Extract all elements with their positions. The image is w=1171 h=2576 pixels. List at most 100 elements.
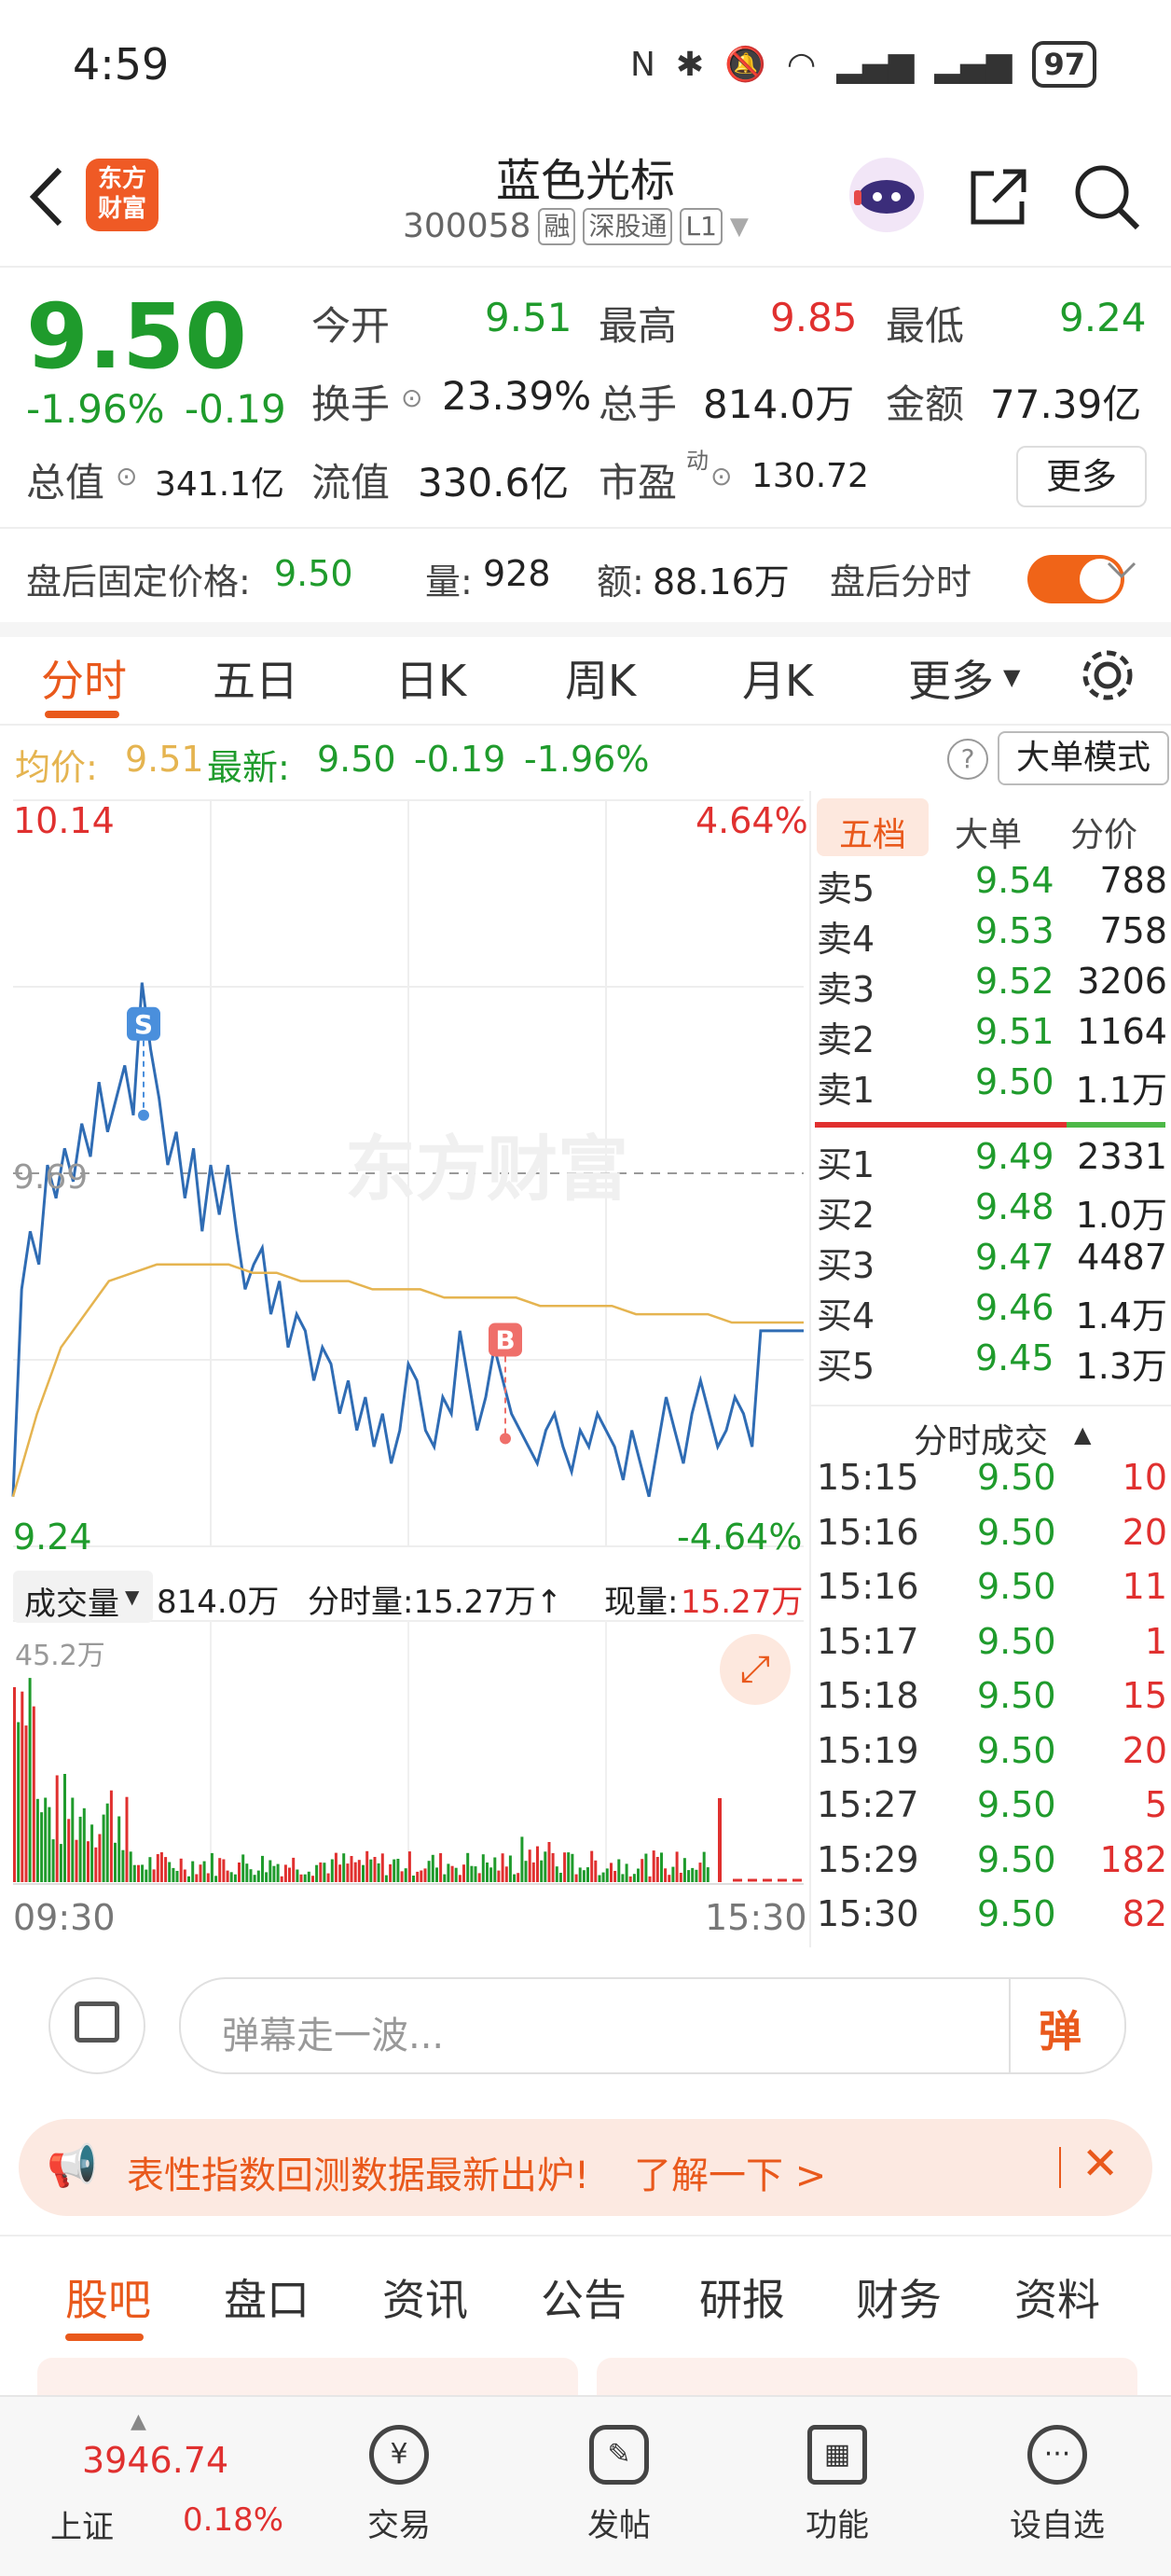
bid-row[interactable]: 买3 9.47 4487 [817,1237,1167,1287]
tabbar-add-watchlist[interactable]: ··· 设自选 [983,2416,1132,2545]
volume-bar [109,1790,113,1882]
volume-bar [531,1862,535,1882]
close-icon[interactable]: ✕ [1081,2138,1119,2190]
bid-row[interactable]: 买4 9.46 1.4万 [817,1287,1167,1337]
tab-guba[interactable]: 股吧 [65,2266,151,2328]
tab-pankou[interactable]: 盘口 [224,2266,310,2328]
ref-price-label: 9.69 [13,1158,89,1197]
volume-bar [214,1876,218,1882]
trade-row[interactable]: 15:27 9.50 5 [817,1784,1167,1835]
index-value[interactable]: 3946.74 [82,2440,228,2481]
more-button[interactable]: 更多 [1016,446,1147,507]
tab-finance[interactable]: 财务 [856,2266,942,2328]
volume-bar [641,1859,644,1882]
share-icon[interactable] [966,164,1031,229]
level-volume: 182 [1099,1838,1167,1880]
intraday-chart[interactable]: 东方财富 S B 10.14 4.64% 9.69 9.24 -4.64% 成交量… [0,791,811,1947]
tabbar-post[interactable]: ✎ 发帖 [544,2416,694,2545]
volume-bar [245,1863,249,1882]
volume-bar [389,1863,393,1882]
danmu-settings-icon[interactable] [48,1977,145,2074]
bid-row[interactable]: 买2 9.48 1.0万 [817,1186,1167,1237]
trade-row[interactable]: 15:18 9.50 15 [817,1675,1167,1725]
float-cap-value: 330.6亿 [418,460,570,506]
tab-news[interactable]: 资讯 [382,2266,468,2328]
tab-daily-k[interactable]: 日K [395,647,466,709]
minute-volume: 分时量:15.27万↑ [308,1584,563,1621]
big-order-mode-button[interactable]: 大单模式 [998,731,1169,785]
volume-total: 814.0万 [157,1584,280,1621]
tabbar-add-watchlist-label: 设自选 [1010,2507,1105,2544]
expand-icon[interactable]: ⤢ [720,1634,791,1705]
trade-row[interactable]: 15:16 9.50 11 [817,1566,1167,1616]
tab-intraday[interactable]: 分时 [41,647,127,709]
info-icon[interactable]: ⊙ [116,461,137,492]
volume-indicator-select[interactable]: 成交量 ▼ [13,1571,153,1623]
ask-row[interactable]: 卖4 9.53 758 [817,910,1167,961]
ask-row[interactable]: 卖1 9.50 1.1万 [817,1061,1167,1112]
bid-row[interactable]: 买5 9.45 1.3万 [817,1337,1167,1388]
volume-bar [280,1876,283,1882]
trade-row[interactable]: 15:19 9.50 20 [817,1730,1167,1780]
tab-announcements[interactable]: 公告 [541,2266,627,2328]
bid-row[interactable]: 买1 9.49 2331 [817,1136,1167,1186]
settings-gear-icon[interactable] [1078,645,1137,705]
level-price: 9.51 [975,1011,1054,1052]
volume-bar [567,1852,571,1882]
trade-row[interactable]: 15:29 9.50 182 [817,1839,1167,1890]
trade-row[interactable]: 15:15 9.50 10 [817,1457,1167,1507]
tab-price-dist[interactable]: 分价 [1070,808,1137,856]
volume-bar [698,1863,702,1882]
promo-banner[interactable]: 📢 表性指数回测数据最新出炉! 了解一下 > ✕ [19,2119,1152,2216]
volume-bar [691,1867,695,1882]
ask-row[interactable]: 卖2 9.51 1164 [817,1011,1167,1061]
trade-row[interactable]: 15:16 9.50 20 [817,1512,1167,1562]
tab-weekly-k[interactable]: 周K [565,647,636,709]
bid-strength-bar [1067,1122,1165,1128]
volume-bar [125,1796,129,1882]
help-icon[interactable]: ? [947,739,988,780]
level-label: 买1 [817,1144,875,1185]
index-name[interactable]: 上证 [50,2501,114,2547]
volume-bar [555,1866,558,1882]
trade-row[interactable]: 15:30 9.50 82 [817,1893,1167,1944]
trade-row[interactable]: 15:17 9.50 1 [817,1621,1167,1671]
volume-bar [206,1873,210,1882]
chevron-down-icon[interactable] [1106,560,1137,582]
tabbar-trade[interactable]: ¥ 交易 [324,2416,474,2545]
info-icon[interactable]: ⊙ [710,461,732,492]
banner-link[interactable]: 了解一下 > [634,2145,826,2199]
caret-up-icon[interactable]: ▲ [1074,1421,1091,1447]
volume-bar [299,1874,303,1882]
level-volume: 1.1万 [1075,1070,1167,1111]
intraday-chart-svg: 东方财富 S B [11,799,804,1885]
volume-bar [334,1852,338,1882]
volume-bar [249,1869,253,1882]
tab-big-orders[interactable]: 大单 [955,808,1022,856]
tab-five-level[interactable]: 五档 [839,808,906,856]
volume-bar [296,1869,299,1882]
trades-title[interactable]: 分时成交 [914,1414,1048,1462]
tab-five-day[interactable]: 五日 [213,647,298,709]
level-volume: 20 [1122,1511,1167,1553]
ask-row[interactable]: 卖5 9.54 788 [817,860,1167,910]
tab-profile[interactable]: 资料 [1014,2266,1100,2328]
volume-bar [187,1876,190,1882]
search-icon[interactable] [1072,162,1141,231]
volume-bar [644,1853,648,1882]
volume-bar [338,1864,342,1882]
index-pct[interactable]: 0.18% [183,2501,283,2539]
tab-more[interactable]: 更多 [908,647,994,709]
level-volume: 1164 [1077,1011,1167,1052]
ask-row[interactable]: 卖3 9.52 3206 [817,961,1167,1011]
robot-assistant-icon[interactable] [845,153,929,237]
danmu-input[interactable]: 弹幕走一波... 弹 [179,1977,1126,2074]
danmu-send-button[interactable]: 弹 [1039,1998,1081,2059]
stock-code-row[interactable]: 300058 融 深股通 L1 ▼ [403,207,749,245]
info-icon[interactable]: ⊙ [401,382,422,413]
tabbar-functions[interactable]: ▦ 功能 [763,2416,912,2545]
volume-bar [21,1691,24,1882]
banner-text: 表性指数回测数据最新出炉! [127,2154,590,2197]
tab-monthly-k[interactable]: 月K [742,647,813,709]
tab-research[interactable]: 研报 [699,2266,785,2328]
